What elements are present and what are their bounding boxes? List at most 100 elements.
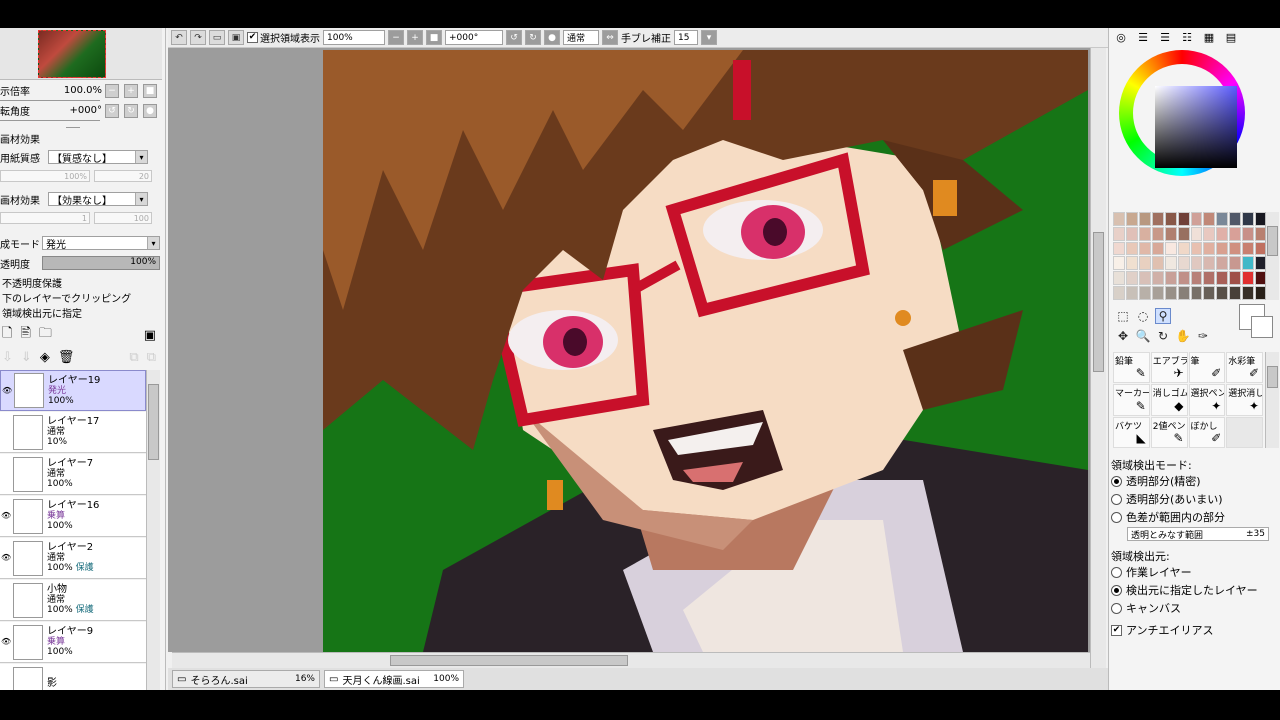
color-swatch[interactable] [1164,212,1177,226]
color-swatch[interactable] [1216,286,1229,300]
new-layer-icon[interactable]: 🗋 [2,324,12,346]
radio[interactable] [1111,566,1122,578]
color-swatch[interactable] [1242,256,1255,271]
color-swatch[interactable] [1203,256,1216,271]
color-swatch[interactable] [1151,212,1164,226]
eye-icon[interactable] [1,427,11,437]
zoom-tool-icon[interactable]: 🔍 [1135,328,1151,344]
radio-selected[interactable] [1111,584,1122,596]
color-swatch[interactable] [1151,241,1164,256]
color-swatch[interactable] [1229,286,1242,300]
document-tab-active[interactable]: ▭ 天月くん線画.sai 100% [324,670,464,688]
color-swatch[interactable] [1138,226,1151,241]
deselect-icon[interactable]: ▭ [209,30,225,45]
canvas-viewport[interactable] [168,48,1090,652]
detect-source-option[interactable]: キャンバス [1111,600,1181,616]
layer-copy-icon[interactable]: ⧉ [129,350,138,365]
swatch-tab-icon[interactable]: ▦ [1201,30,1217,44]
stabilizer-dropdown-icon[interactable]: ▾ [701,30,717,45]
color-swatch[interactable] [1229,271,1242,286]
redo-icon[interactable]: ↷ [190,30,206,45]
color-swatch[interactable] [1190,271,1203,286]
invert-selection-icon[interactable]: ▣ [228,30,244,45]
color-swatch[interactable] [1177,226,1190,241]
layer-blend-select[interactable]: 発光 ▾ [42,236,160,251]
rotate-left-icon[interactable]: ↺ [506,30,522,45]
color-swatch[interactable] [1164,256,1177,271]
color-swatch[interactable] [1216,226,1229,241]
canvas-horizontal-scrollbar[interactable] [172,652,1090,668]
color-swatch[interactable] [1242,286,1255,300]
color-swatch[interactable] [1190,256,1203,271]
blend-mode-select[interactable]: 通常 [563,30,599,45]
color-swatch[interactable] [1190,286,1203,300]
layer-item[interactable]: 👁 レイヤー2 通常 100% 保護 [0,538,146,579]
color-swatch[interactable] [1177,212,1190,226]
color-swatch[interactable] [1138,271,1151,286]
color-swatch[interactable] [1151,226,1164,241]
color-swatch[interactable] [1151,286,1164,300]
color-swatch[interactable] [1242,212,1255,226]
brush-item-empty[interactable] [1226,416,1263,448]
paper-rate-field[interactable]: 100% [0,170,90,182]
rotate-reset-icon[interactable]: ● [544,30,560,45]
color-swatch[interactable] [1138,286,1151,300]
color-swatch[interactable] [1229,256,1242,271]
undo-icon[interactable]: ↶ [171,30,187,45]
color-swatch[interactable] [1203,286,1216,300]
nav-rotate-reset-icon[interactable]: ● [143,104,157,118]
color-swatch[interactable] [1229,212,1242,226]
color-wheel[interactable] [1119,50,1245,176]
layer-opacity-slider[interactable]: 100% [42,256,160,270]
eye-icon[interactable] [1,679,11,689]
color-swatch[interactable] [1177,241,1190,256]
hsv-slider-tab-icon[interactable]: ☰ [1157,30,1173,44]
layer-mask-icon[interactable]: ▣ [144,328,156,343]
panel-splitter[interactable] [66,127,80,128]
brush-scrollbar[interactable] [1265,352,1279,448]
color-wheel-tab-icon[interactable]: ◎ [1113,30,1129,44]
canvas-vscroll-thumb[interactable] [1093,232,1104,372]
canvas-vertical-scrollbar[interactable] [1090,48,1106,668]
layer-item[interactable]: 小物 通常 100% 保護 [0,580,146,621]
effect-width-field[interactable]: 1 [0,212,90,224]
color-swatch[interactable] [1164,271,1177,286]
canvas-hscroll-thumb[interactable] [390,655,628,666]
layer-paste-icon[interactable]: ⧉ [147,350,156,365]
color-swatch[interactable] [1125,212,1138,226]
color-swatch[interactable] [1138,256,1151,271]
rect-select-icon[interactable]: ⬚ [1115,308,1131,324]
artwork-canvas[interactable] [323,50,1088,652]
radio[interactable] [1111,511,1122,523]
opt-clipping[interactable]: 下のレイヤーでクリッピング [2,289,166,305]
navigator-preview[interactable] [0,28,162,80]
color-swatch[interactable] [1242,226,1255,241]
color-swatch[interactable] [1138,241,1151,256]
stabilizer-select[interactable]: 15 [674,30,698,45]
color-swatch[interactable] [1242,241,1255,256]
rotate-right-icon[interactable]: ↻ [525,30,541,45]
nav-rotate-left-icon[interactable]: ↺ [105,104,119,118]
color-swatch[interactable] [1229,241,1242,256]
color-swatch[interactable] [1125,226,1138,241]
color-swatch[interactable] [1190,226,1203,241]
detect-mode-option[interactable]: 透明部分(あいまい) [1111,491,1223,507]
rotate-tool-icon[interactable]: ↻ [1155,328,1171,344]
layer-item[interactable]: 👁 レイヤー9 乗算 100% [0,622,146,663]
brush-item[interactable]: 2値ペン ✎ [1150,416,1188,448]
eye-icon[interactable]: 👁 [1,553,11,563]
color-swatch[interactable] [1113,256,1125,271]
color-swatch[interactable] [1190,212,1203,226]
mixer-tab-icon[interactable]: ☷ [1179,30,1195,44]
paper-strength-field[interactable]: 20 [94,170,152,182]
new-vector-layer-icon[interactable]: 🖹 [20,324,30,346]
radio[interactable] [1111,493,1122,505]
brush-item[interactable]: 選択消し ✦ [1226,384,1263,416]
color-swatch[interactable] [1216,256,1229,271]
color-swatch[interactable] [1151,271,1164,286]
color-swatch[interactable] [1164,226,1177,241]
effect-select[interactable]: 【効果なし】 ▾ [48,192,148,207]
flip-icon[interactable]: ⇔ [602,30,618,45]
brush-item[interactable]: 筆 ✐ [1188,352,1226,384]
opt-protect-opacity[interactable]: 不透明度保護 [2,274,166,290]
